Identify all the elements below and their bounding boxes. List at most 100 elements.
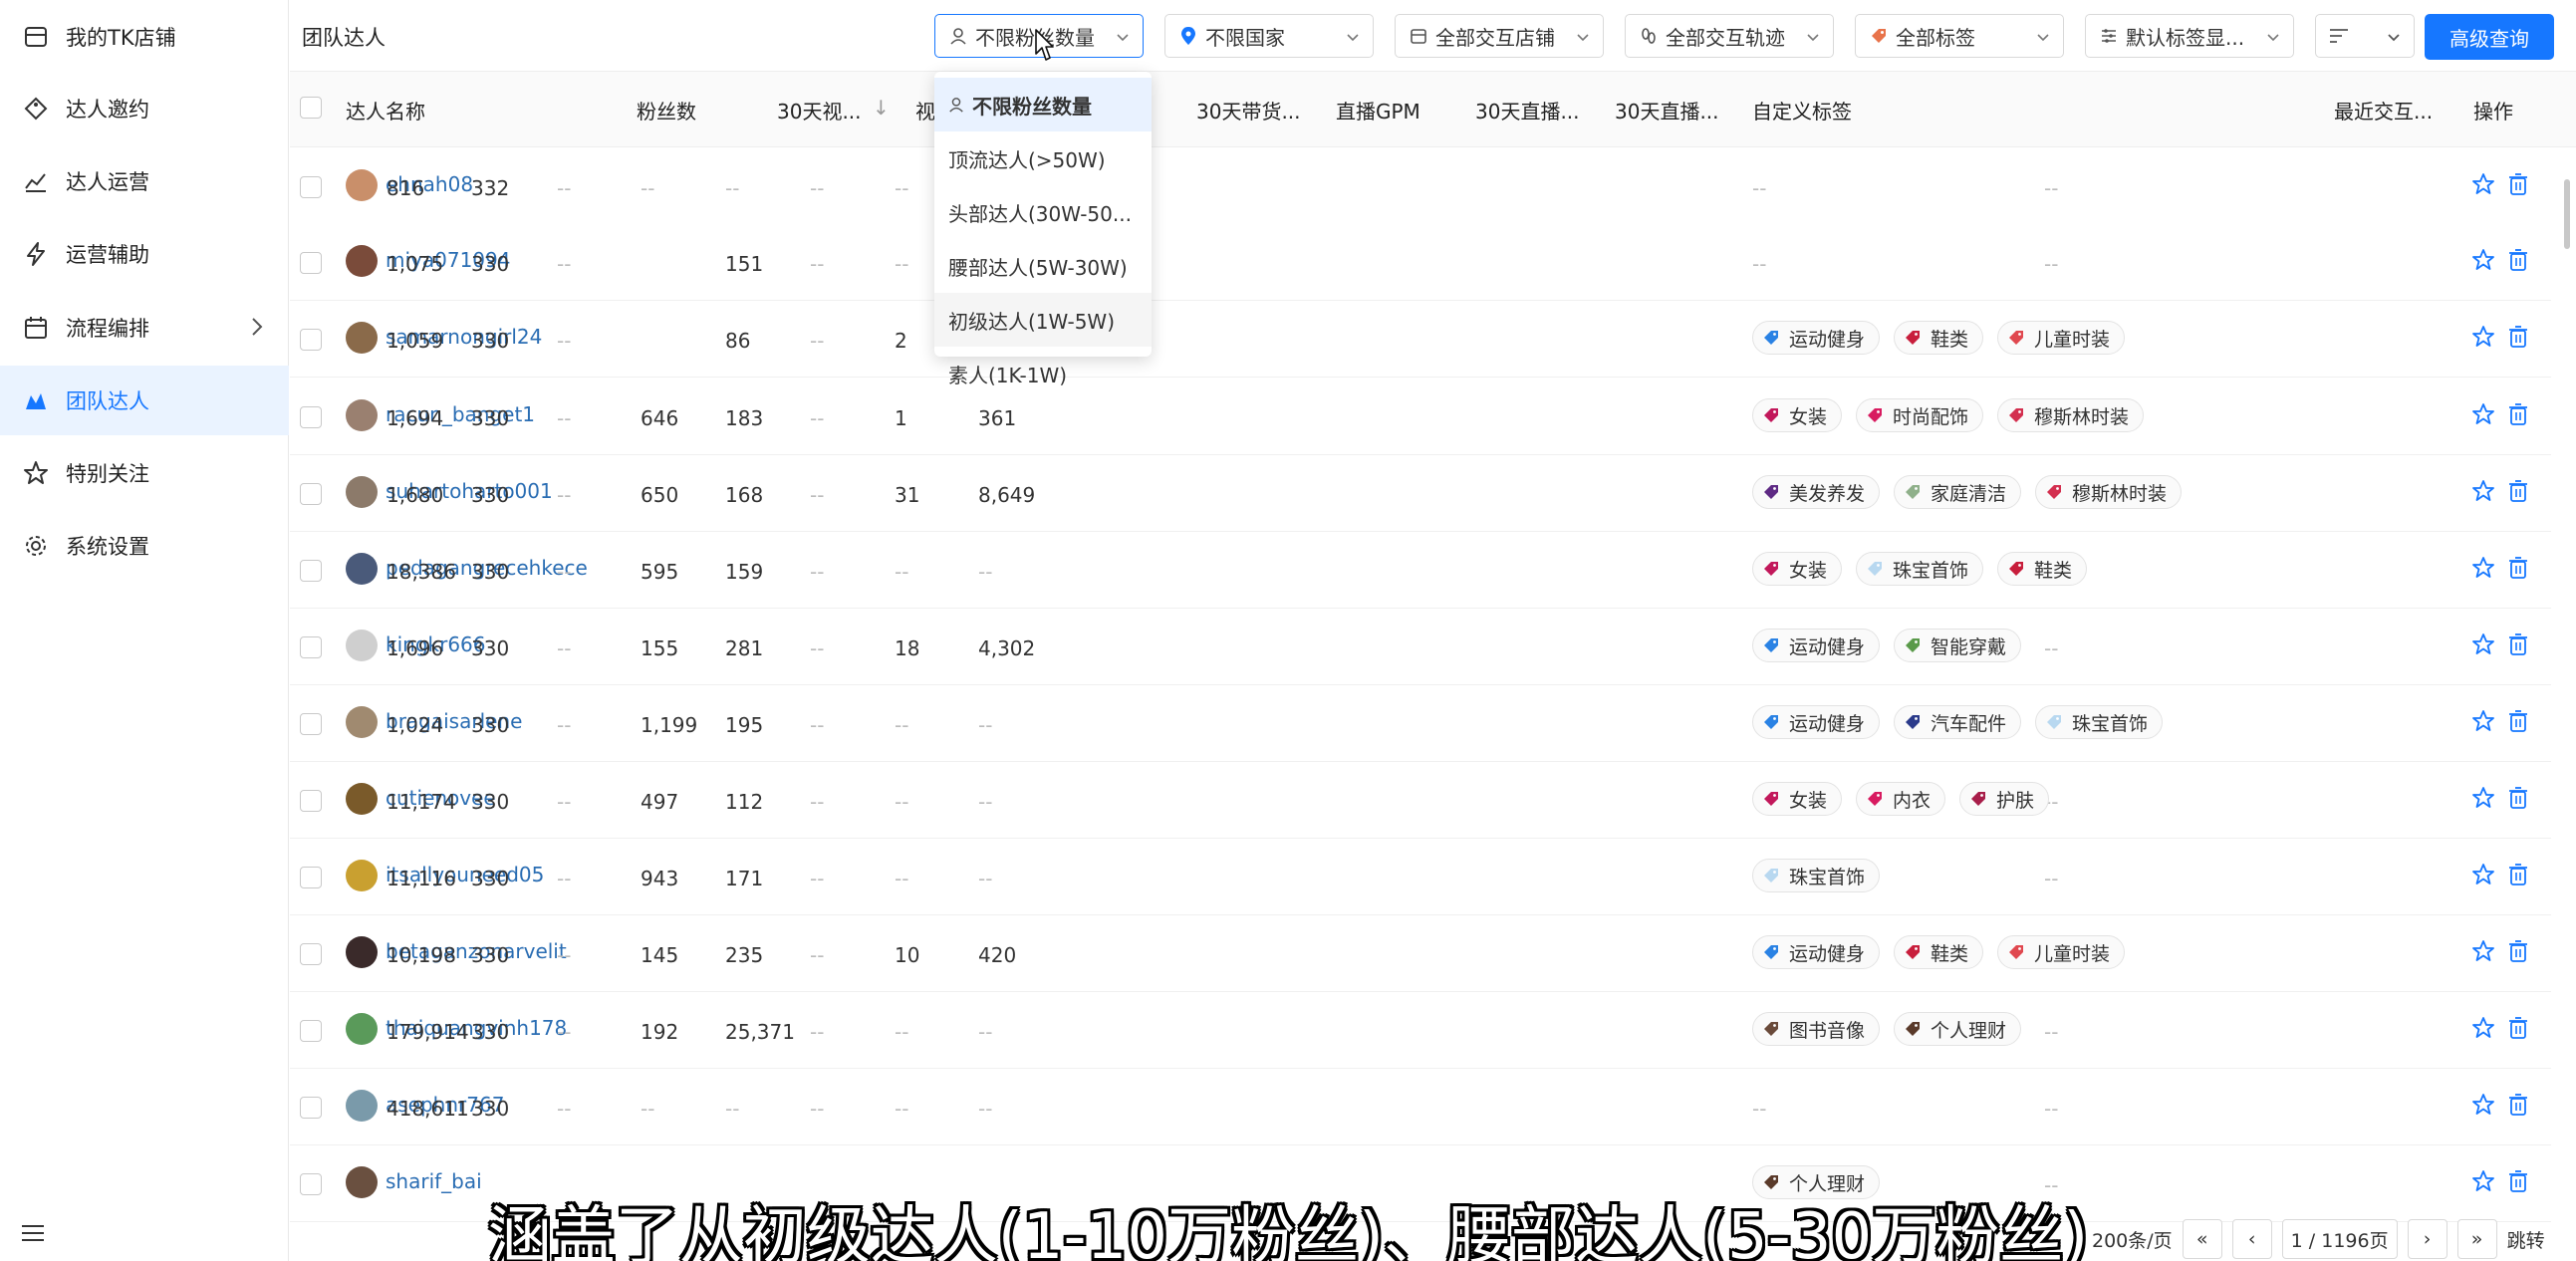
favorite-star-icon[interactable] <box>2471 632 2495 661</box>
custom-tag[interactable]: 珠宝首饰 <box>1856 552 1984 586</box>
track-filter[interactable]: 全部交互轨迹 <box>1625 14 1834 58</box>
sidebar-item-workflow[interactable]: 流程编排 <box>0 293 289 363</box>
delete-trash-icon[interactable] <box>2507 556 2529 585</box>
delete-trash-icon[interactable] <box>2507 479 2529 508</box>
country-filter[interactable]: 不限国家 <box>1164 14 1374 58</box>
tag-display-filter[interactable]: 默认标签显... <box>2085 14 2294 58</box>
dropdown-option-head[interactable]: 头部达人(30W-50... <box>934 185 1152 239</box>
row-checkbox[interactable] <box>300 483 322 505</box>
sidebar-item-favorites[interactable]: 特别关注 <box>0 438 289 508</box>
delete-trash-icon[interactable] <box>2507 1093 2529 1122</box>
custom-tag[interactable]: 女装 <box>1752 552 1843 586</box>
delete-trash-icon[interactable] <box>2507 325 2529 354</box>
favorite-star-icon[interactable] <box>2471 172 2495 201</box>
row-checkbox[interactable] <box>300 252 322 274</box>
favorite-star-icon[interactable] <box>2471 1016 2495 1045</box>
row-checkbox[interactable] <box>300 867 322 888</box>
custom-tag[interactable]: 珠宝首饰 <box>1752 859 1881 892</box>
delete-trash-icon[interactable] <box>2507 709 2529 738</box>
scrollbar-thumb[interactable] <box>2564 179 2570 249</box>
favorite-star-icon[interactable] <box>2471 402 2495 431</box>
favorite-star-icon[interactable] <box>2471 786 2495 815</box>
row-checkbox[interactable] <box>300 790 322 812</box>
row-checkbox[interactable] <box>300 943 322 965</box>
row-checkbox[interactable] <box>300 406 322 428</box>
custom-tag[interactable]: 女装 <box>1752 398 1843 432</box>
favorite-star-icon[interactable] <box>2471 863 2495 891</box>
custom-tag[interactable]: 内衣 <box>1856 782 1946 816</box>
column-header-live-gpm[interactable]: 直播GPM <box>1336 96 1420 125</box>
row-checkbox[interactable] <box>300 1097 322 1119</box>
column-header-video-b[interactable]: 视 <box>915 96 935 125</box>
delete-trash-icon[interactable] <box>2507 1016 2529 1045</box>
dropdown-option-junior[interactable]: 初级达人(1W-5W) <box>934 293 1152 347</box>
row-checkbox[interactable] <box>300 713 322 735</box>
column-header-sales30[interactable]: 30天带货... <box>1196 96 1301 125</box>
custom-tag[interactable]: 个人理财 <box>1894 1012 2022 1046</box>
custom-tag[interactable]: 女装 <box>1752 782 1843 816</box>
sidebar-item-assist[interactable]: 运营辅助 <box>0 219 289 289</box>
delete-trash-icon[interactable] <box>2507 939 2529 968</box>
sort-desc-icon[interactable]: ↓ <box>873 96 890 120</box>
custom-tag[interactable]: 鞋类 <box>1894 321 1984 355</box>
advanced-search-button[interactable]: 高级查询 <box>2425 14 2554 60</box>
sidebar-item-operation[interactable]: 达人运营 <box>0 146 289 216</box>
store-filter[interactable]: 全部交互店铺 <box>1395 14 1604 58</box>
favorite-star-icon[interactable] <box>2471 709 2495 738</box>
row-checkbox[interactable] <box>300 1020 322 1042</box>
custom-tag[interactable]: 图书音像 <box>1752 1012 1881 1046</box>
custom-tag[interactable]: 鞋类 <box>1894 935 1984 969</box>
custom-tag[interactable]: 护肤 <box>1959 782 2050 816</box>
row-checkbox[interactable] <box>300 560 322 582</box>
column-header-name[interactable]: 达人名称 <box>346 96 425 125</box>
delete-trash-icon[interactable] <box>2507 863 2529 891</box>
dropdown-option-unlimited[interactable]: 不限粉丝数量 <box>934 78 1152 131</box>
tag-filter[interactable]: 全部标签 <box>1855 14 2064 58</box>
dropdown-option-top[interactable]: 顶流达人(>50W) <box>934 131 1152 185</box>
sidebar-item-tk-store[interactable]: 我的TK店铺 <box>0 2 289 72</box>
column-header-recent-interaction[interactable]: 最近交互... <box>2334 96 2433 125</box>
delete-trash-icon[interactable] <box>2507 402 2529 431</box>
delete-trash-icon[interactable] <box>2507 786 2529 815</box>
sort-button[interactable] <box>2315 14 2415 58</box>
row-checkbox[interactable] <box>300 329 322 351</box>
custom-tag[interactable]: 运动健身 <box>1752 629 1881 662</box>
vertical-scrollbar[interactable] <box>2560 149 2570 1195</box>
custom-tag[interactable]: 儿童时装 <box>1997 935 2126 969</box>
favorite-star-icon[interactable] <box>2471 248 2495 277</box>
column-header-live30-a[interactable]: 30天直播... <box>1475 96 1580 125</box>
custom-tag[interactable]: 穆斯林时装 <box>2035 475 2183 509</box>
dropdown-option-amateur[interactable]: 素人(1K-1W) <box>934 347 1152 400</box>
favorite-star-icon[interactable] <box>2471 1093 2495 1122</box>
favorite-star-icon[interactable] <box>2471 479 2495 508</box>
favorite-star-icon[interactable] <box>2471 939 2495 968</box>
custom-tag[interactable]: 运动健身 <box>1752 705 1881 739</box>
delete-trash-icon[interactable] <box>2507 172 2529 201</box>
custom-tag[interactable]: 美发养发 <box>1752 475 1881 509</box>
favorite-star-icon[interactable] <box>2471 556 2495 585</box>
sidebar-item-invite[interactable]: 达人邀约 <box>0 74 289 143</box>
sidebar-item-team-creators[interactable]: 团队达人 <box>0 366 289 435</box>
sidebar-item-settings[interactable]: 系统设置 <box>0 511 289 581</box>
row-checkbox[interactable] <box>300 636 322 658</box>
dropdown-option-waist[interactable]: 腰部达人(5W-30W) <box>934 239 1152 293</box>
custom-tag[interactable]: 家庭清洁 <box>1894 475 2022 509</box>
column-header-fans[interactable]: 粉丝数 <box>637 96 696 125</box>
custom-tag[interactable]: 运动健身 <box>1752 321 1881 355</box>
custom-tag[interactable]: 珠宝首饰 <box>2035 705 2164 739</box>
custom-tag[interactable]: 时尚配饰 <box>1856 398 1984 432</box>
column-header-live30-b[interactable]: 30天直播... <box>1615 96 1719 125</box>
column-header-video30[interactable]: 30天视... <box>777 96 862 125</box>
custom-tag[interactable]: 儿童时装 <box>1997 321 2126 355</box>
delete-trash-icon[interactable] <box>2507 632 2529 661</box>
favorite-star-icon[interactable] <box>2471 325 2495 354</box>
custom-tag[interactable]: 智能穿戴 <box>1894 629 2022 662</box>
custom-tag[interactable]: 运动健身 <box>1752 935 1881 969</box>
row-checkbox[interactable] <box>300 176 322 198</box>
delete-trash-icon[interactable] <box>2507 248 2529 277</box>
custom-tag[interactable]: 鞋类 <box>1997 552 2088 586</box>
select-all-checkbox[interactable] <box>300 97 322 119</box>
custom-tag[interactable]: 汽车配件 <box>1894 705 2022 739</box>
tag-label: 家庭清洁 <box>1931 482 2007 505</box>
custom-tag[interactable]: 穆斯林时装 <box>1997 398 2145 432</box>
